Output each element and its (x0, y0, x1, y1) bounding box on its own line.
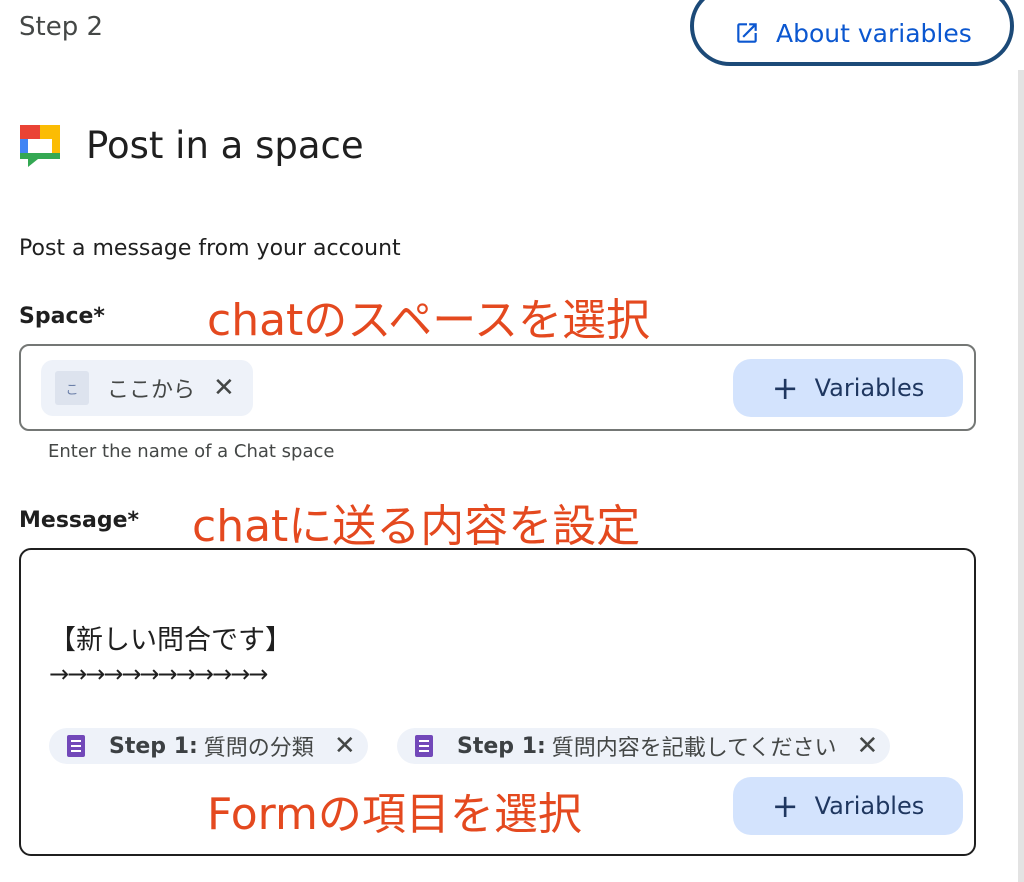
scrollbar[interactable] (1018, 70, 1024, 882)
google-chat-icon (20, 124, 60, 167)
chip-step: Step 1: (457, 733, 546, 759)
message-variables-button[interactable]: + Variables (733, 777, 963, 835)
close-icon[interactable]: ✕ (213, 373, 235, 403)
chip-step: Step 1: (109, 733, 198, 759)
google-forms-icon (67, 735, 85, 757)
plus-icon: + (771, 369, 799, 407)
variable-chip[interactable]: Step 1: 質問の分類 ✕ (49, 728, 368, 764)
action-description: Post a message from your account (19, 236, 401, 261)
action-heading: Post in a space (20, 124, 364, 167)
close-icon[interactable]: ✕ (856, 731, 878, 761)
space-chip-label: ここから (107, 378, 196, 403)
google-forms-icon (415, 735, 433, 757)
space-avatar: こ (55, 371, 89, 405)
space-input[interactable]: こ ここから ✕ + Variables (19, 344, 976, 431)
plus-icon: + (771, 787, 799, 825)
message-variables-label: Variables (814, 792, 925, 820)
open-in-new-icon (737, 23, 757, 43)
message-line-2: →→→→→→→→→→→→ (49, 660, 268, 688)
space-label: Space* (19, 304, 105, 329)
message-input[interactable]: 【新しい問合です】 →→→→→→→→→→→→ Step 1: 質問の分類 ✕ S… (19, 548, 976, 856)
space-chip[interactable]: こ ここから ✕ (41, 360, 253, 416)
message-annotation: chatに送る内容を設定 (192, 501, 641, 552)
space-annotation: chatのスペースを選択 (207, 295, 651, 346)
space-hint: Enter the name of a Chat space (48, 441, 335, 462)
step-label: Step 2 (19, 12, 104, 42)
form-annotation: Formの項目を選択 (207, 789, 582, 840)
message-label: Message* (19, 508, 140, 533)
variable-chip[interactable]: Step 1: 質問内容を記載してください ✕ (397, 728, 891, 764)
about-variables-button[interactable]: About variables (690, 0, 1014, 66)
about-variables-label: About variables (776, 18, 972, 48)
space-variables-label: Variables (814, 374, 925, 402)
message-line-1: 【新しい問合です】 (49, 625, 292, 656)
chip-text: 質問内容を記載してください (551, 736, 837, 761)
close-icon[interactable]: ✕ (334, 731, 356, 761)
space-variables-button[interactable]: + Variables (733, 359, 963, 417)
chip-text: 質問の分類 (203, 736, 314, 761)
action-title: Post in a space (86, 124, 364, 167)
